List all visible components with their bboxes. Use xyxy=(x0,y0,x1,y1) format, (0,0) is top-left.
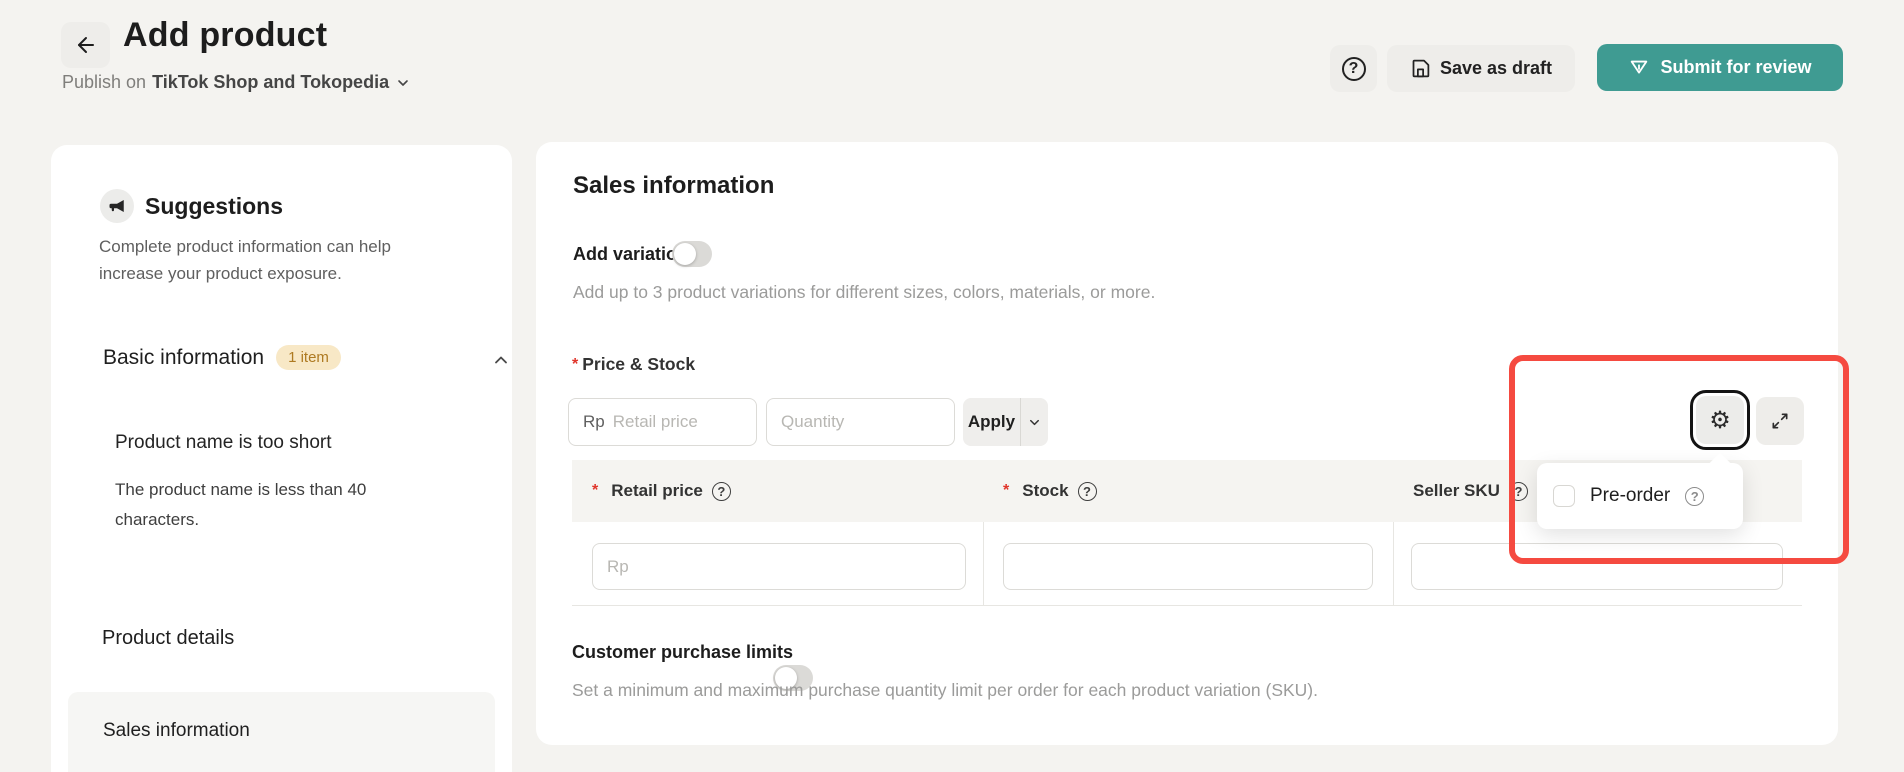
table-settings-button[interactable]: ⚙ xyxy=(1690,390,1750,450)
column-divider xyxy=(983,522,984,606)
column-divider xyxy=(1393,522,1394,606)
chevron-up-icon[interactable] xyxy=(491,350,511,370)
issue-description: The product name is less than 40 charact… xyxy=(115,475,415,535)
preorder-checkbox[interactable] xyxy=(1553,485,1575,507)
chevron-down-icon xyxy=(395,75,411,91)
preorder-popup: Pre-order ? xyxy=(1537,463,1743,529)
purchase-limits-description: Set a minimum and maximum purchase quant… xyxy=(572,680,1318,701)
required-asterisk: * xyxy=(572,356,578,374)
submit-for-review-button[interactable]: Submit for review xyxy=(1597,44,1843,91)
page-title: Add product xyxy=(123,16,327,55)
add-variations-toggle[interactable] xyxy=(672,241,712,267)
add-variations-description: Add up to 3 product variations for diffe… xyxy=(573,282,1155,303)
issue-count-badge: 1 item xyxy=(276,345,341,370)
row-seller-sku-field xyxy=(1411,543,1783,590)
quantity-field xyxy=(766,398,955,446)
preorder-label: Pre-order xyxy=(1590,485,1670,507)
purchase-limits-label: Customer purchase limits xyxy=(572,642,793,663)
issue-title[interactable]: Product name is too short xyxy=(115,432,332,454)
add-product-page: Add product Publish on TikTok Shop and T… xyxy=(0,0,1904,772)
price-stock-label: * Price & Stock xyxy=(572,354,695,375)
save-as-draft-button[interactable]: Save as draft xyxy=(1387,45,1575,92)
gear-icon: ⚙ xyxy=(1696,396,1744,444)
sales-information-section: Sales information Add variations Add up … xyxy=(536,142,1838,745)
submit-for-review-label: Submit for review xyxy=(1660,57,1811,78)
suggestions-description: Complete product information can help in… xyxy=(99,233,419,287)
arrow-left-icon xyxy=(74,33,98,57)
sku-table-row xyxy=(572,522,1802,606)
question-circle-icon[interactable]: ? xyxy=(1509,482,1528,501)
column-header-stock: * Stock ? xyxy=(983,460,1393,522)
required-asterisk: * xyxy=(592,482,598,500)
help-button[interactable]: ? xyxy=(1330,45,1377,92)
save-icon xyxy=(1410,58,1431,79)
sidebar-item-sales-information[interactable]: Sales information xyxy=(68,692,495,772)
suggestions-title: Suggestions xyxy=(145,193,283,220)
publish-channel-selector[interactable]: Publish on TikTok Shop and Tokopedia xyxy=(62,72,411,93)
publish-prefix-label: Publish on xyxy=(62,72,146,93)
retail-price-input[interactable] xyxy=(613,412,742,432)
question-circle-icon[interactable]: ? xyxy=(1078,482,1097,501)
section-heading: Sales information xyxy=(573,172,774,200)
apply-split-button[interactable]: Apply xyxy=(963,398,1048,446)
question-circle-icon[interactable]: ? xyxy=(1685,487,1704,506)
row-stock-input[interactable] xyxy=(1018,557,1358,577)
required-asterisk: * xyxy=(1003,482,1009,500)
currency-prefix: Rp xyxy=(583,412,605,432)
sidebar-item-basic-information[interactable]: Basic information 1 item xyxy=(103,345,468,370)
publish-channels-value: TikTok Shop and Tokopedia xyxy=(152,72,389,93)
question-circle-icon: ? xyxy=(1342,57,1366,81)
column-header-retail-price: * Retail price ? xyxy=(572,460,983,522)
basic-information-label: Basic information xyxy=(103,346,264,370)
retail-price-field: Rp xyxy=(568,398,757,446)
question-circle-icon[interactable]: ? xyxy=(712,482,731,501)
megaphone-icon xyxy=(100,189,134,223)
sales-information-label: Sales information xyxy=(103,720,250,742)
chevron-down-icon[interactable] xyxy=(1021,398,1048,446)
expand-table-button[interactable] xyxy=(1756,397,1804,445)
submit-icon xyxy=(1628,57,1650,79)
row-stock-field xyxy=(1003,543,1373,590)
sidebar-item-product-details[interactable]: Product details xyxy=(102,627,234,650)
apply-label[interactable]: Apply xyxy=(963,398,1021,446)
back-button[interactable] xyxy=(61,22,110,68)
toggle-knob xyxy=(674,243,696,265)
expand-icon xyxy=(1770,411,1790,431)
row-seller-sku-input[interactable] xyxy=(1426,557,1768,577)
row-retail-price-field xyxy=(592,543,966,590)
suggestions-panel: Suggestions Complete product information… xyxy=(51,145,512,772)
quantity-input[interactable] xyxy=(781,412,940,432)
row-retail-price-input[interactable] xyxy=(607,557,951,577)
save-as-draft-label: Save as draft xyxy=(1440,58,1552,79)
